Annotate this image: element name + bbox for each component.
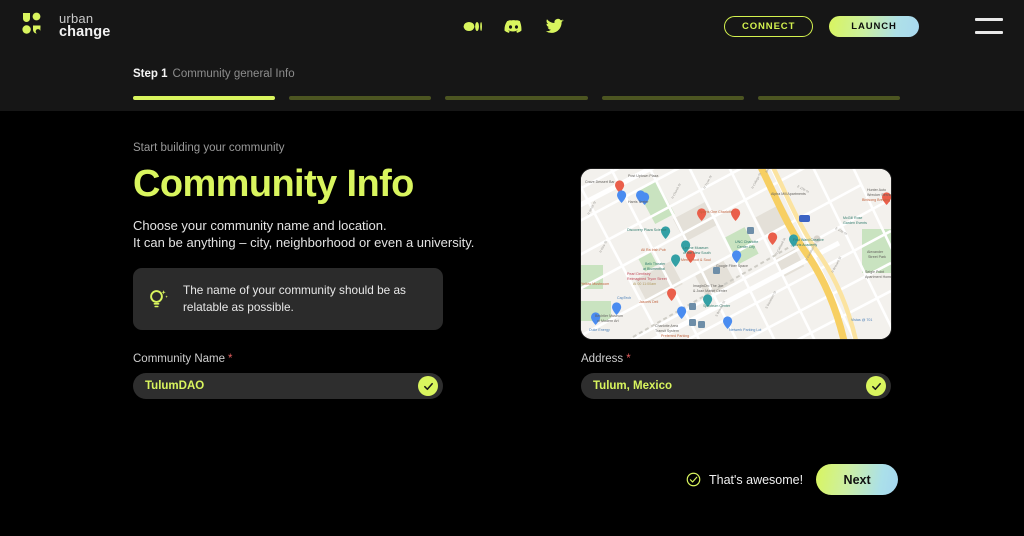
step-bar-4[interactable] [601, 96, 744, 100]
svg-text:Post Uptown Plaza: Post Uptown Plaza [628, 174, 658, 178]
svg-text:ImaginOn: The Joe: ImaginOn: The Joe [693, 284, 724, 288]
svg-text:Belk Theater: Belk Theater [645, 262, 666, 266]
address-label: Address * [581, 353, 891, 365]
address-valid-badge [866, 376, 886, 396]
footer-actions: That's awesome! Next [686, 464, 899, 495]
twitter-icon[interactable] [544, 16, 565, 37]
step-bars [133, 96, 901, 100]
location-preview-map[interactable]: Post Uptown Plaza Crave Dessert Bar Harr… [581, 169, 891, 339]
svg-text:of Modern Art: of Modern Art [597, 319, 619, 323]
step-progress: Step 1 Community general Info [133, 68, 901, 100]
community-name-field: Community Name * [133, 353, 443, 399]
tip-text: The name of your community should be as … [183, 283, 406, 314]
svg-text:Google Fiber Space: Google Fiber Space [716, 264, 748, 268]
menu-icon-bar [975, 31, 1003, 34]
svg-text:Seigle Point: Seigle Point [865, 270, 884, 274]
page-eyebrow: Start building your community [133, 142, 285, 154]
community-name-input[interactable] [145, 380, 400, 392]
svg-text:CapTech: CapTech [617, 296, 631, 300]
required-asterisk: * [228, 353, 233, 365]
svg-text:Sports One Charlotte: Sports One Charlotte [699, 210, 733, 214]
discord-icon[interactable] [503, 16, 524, 37]
launch-button[interactable]: LAUNCH [829, 16, 919, 37]
svg-text:Apartment Homes: Apartment Homes [865, 275, 891, 279]
community-name-label: Community Name * [133, 353, 443, 365]
svg-text:Garden Events: Garden Events [843, 221, 867, 225]
address-field: Address * [581, 353, 891, 399]
urban-change-logo-icon [22, 12, 41, 34]
community-name-valid-badge [418, 376, 438, 396]
svg-text:of the New South: of the New South [683, 251, 711, 255]
brand-logo[interactable]: urban change [22, 12, 110, 40]
svg-text:Hunter Auto: Hunter Auto [867, 188, 886, 192]
menu-icon[interactable] [975, 18, 1003, 34]
step-bar-3[interactable] [445, 96, 588, 100]
svg-text:Reimagined Tryon Street: Reimagined Tryon Street [627, 277, 667, 281]
svg-text:Crave Dessert Bar: Crave Dessert Bar [585, 180, 615, 184]
svg-text:First Ward Creative: First Ward Creative [793, 238, 824, 242]
community-name-label-text: Community Name [133, 353, 226, 365]
page-subtitle-line2: It can be anything – city, neighborhood … [133, 234, 475, 250]
logo-text-urban: urban [59, 11, 94, 26]
svg-text:Levine Museum: Levine Museum [683, 246, 708, 250]
svg-text:Yellow Mushroom: Yellow Mushroom [581, 282, 609, 286]
map-canvas: Post Uptown Plaza Crave Dessert Bar Harr… [581, 169, 891, 339]
lightbulb-icon [150, 290, 168, 308]
svg-text:Discovery Plaza Science: Discovery Plaza Science [627, 228, 667, 232]
svg-text:Preferred Parking: Preferred Parking [661, 334, 689, 338]
step-number: Step 1 [133, 68, 168, 80]
svg-text:At 00 11:00am: At 00 11:00am [633, 282, 656, 286]
page-subtitle-line1: Choose your community name and location. [133, 218, 387, 233]
svg-text:Alpha Mill Apartments: Alpha Mill Apartments [771, 192, 806, 196]
check-icon [423, 382, 433, 390]
svg-text:Harris Teeter: Harris Teeter [628, 200, 649, 204]
connect-button[interactable]: CONNECT [724, 16, 814, 37]
svg-text:McGill Rose: McGill Rose [843, 216, 862, 220]
community-name-input-wrap[interactable] [133, 373, 443, 399]
address-input[interactable] [593, 380, 848, 392]
svg-text:& Joan Martin Center: & Joan Martin Center [693, 289, 728, 293]
check-icon [871, 382, 881, 390]
svg-text:Bechtler Museum: Bechtler Museum [595, 314, 623, 318]
svg-text:Jason's Deli: Jason's Deli [639, 300, 658, 304]
page-subtitle: Choose your community name and location.… [133, 218, 474, 252]
menu-icon-bar [975, 18, 1003, 21]
svg-text:Birdsong Brewing Co: Birdsong Brewing Co [862, 198, 891, 202]
svg-text:Men's Hoot & Soul: Men's Hoot & Soul [681, 258, 711, 262]
tip-callout: The name of your community should be as … [133, 268, 443, 330]
address-input-wrap[interactable] [581, 373, 891, 399]
svg-text:Transit System: Transit System [655, 329, 679, 333]
svg-text:Street Park: Street Park [868, 255, 886, 259]
step-title: Community general Info [172, 68, 295, 80]
next-button[interactable]: Next [816, 464, 899, 495]
step-bar-1[interactable] [133, 96, 276, 100]
check-circle-icon [686, 472, 701, 487]
svg-text:Netwerk Parking Lot: Netwerk Parking Lot [729, 328, 761, 332]
onboarding-page: urban change CONNECT LAUNCH Step 1 Commu… [0, 0, 1024, 536]
page-title: Community Info [133, 163, 414, 205]
step-bar-5[interactable] [757, 96, 901, 100]
svg-text:UNC Charlotte: UNC Charlotte [735, 240, 758, 244]
svg-text:at Blumenthal: at Blumenthal [643, 267, 665, 271]
confirmation-text: That's awesome! [709, 472, 804, 487]
svg-text:All Ra Irish Pub: All Ra Irish Pub [641, 248, 666, 252]
svg-text:Vistas @ 701: Vistas @ 701 [851, 318, 872, 322]
svg-text:Spectrum Center: Spectrum Center [703, 304, 731, 308]
svg-text:Alexander: Alexander [867, 250, 884, 254]
logo-text-change: change [59, 24, 111, 41]
required-asterisk: * [626, 353, 631, 365]
medium-icon[interactable] [462, 16, 483, 37]
svg-text:Center City: Center City [737, 245, 755, 249]
svg-text:Wrecker Service: Wrecker Service [867, 193, 891, 197]
svg-text:Charlotte Area: Charlotte Area [655, 324, 678, 328]
step-bar-2[interactable] [289, 96, 432, 100]
address-label-text: Address [581, 353, 624, 365]
svg-text:Pearl Dentistry: Pearl Dentistry [627, 272, 651, 276]
step-label: Step 1 Community general Info [133, 68, 900, 80]
social-links [462, 16, 565, 37]
svg-text:Duke Energy: Duke Energy [589, 328, 610, 332]
confirmation-message: That's awesome! [686, 472, 803, 487]
header-actions: CONNECT LAUNCH [724, 16, 919, 37]
